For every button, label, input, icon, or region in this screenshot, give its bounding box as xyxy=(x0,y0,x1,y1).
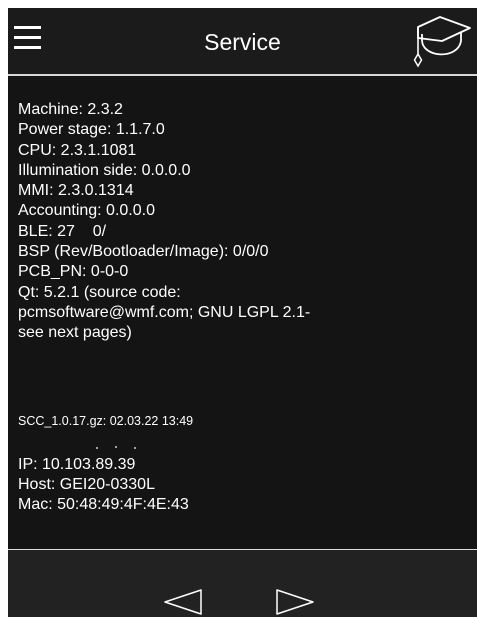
graduation-cap-icon[interactable] xyxy=(400,14,472,72)
info-machine: Machine: 2.3.2 xyxy=(18,101,123,118)
info-qt-contact: pcmsoftware@wmf.com; GNU LGPL 2.1- xyxy=(18,303,311,321)
decorative-dot xyxy=(96,447,98,449)
info-accounting: Accounting: 0.0.0.0 xyxy=(18,202,155,220)
triangle-right-icon[interactable] xyxy=(275,588,315,616)
info-qt: Qt: 5.2.1 (source code: xyxy=(18,283,181,301)
header-bar: Service xyxy=(8,8,477,74)
firmware-file-info: SCC_1.0.17.gz: 02.03.22 13:49 xyxy=(18,414,194,428)
info-pcb-pn: PCB_PN: 0-0-0 xyxy=(18,263,129,281)
triangle-left-icon[interactable] xyxy=(163,588,203,616)
info-qt-note: see next pages) xyxy=(18,324,132,342)
version-info-list: Machine: 2.3.2 Power stage: 1.1.7.0 CPU:… xyxy=(18,100,473,344)
network-ip: IP: 10.103.89.39 xyxy=(18,456,136,473)
info-ble: BLE: 27 0/ xyxy=(18,222,107,240)
info-cpu: CPU: 2.3.1.1081 xyxy=(18,141,137,159)
info-illumination-side: Illumination side: 0.0.0.0 xyxy=(18,161,191,179)
info-mmi: MMI: 2.3.0.1314 xyxy=(18,182,134,200)
network-mac: Mac: 50:48:49:4F:4E:43 xyxy=(18,496,189,513)
network-info: IP: 10.103.89.39 Host: GEI20-0330L Mac: … xyxy=(18,455,473,515)
footer-bar xyxy=(8,550,477,617)
info-bsp: BSP (Rev/Bootloader/Image): 0/0/0 xyxy=(18,243,269,261)
service-screen: Service Machine: 2.3.2 Power stage: 1.1.… xyxy=(8,8,477,617)
network-host: Host: GEI20-0330L xyxy=(18,476,155,493)
info-power-stage: Power stage: 1.1.7.0 xyxy=(18,121,165,139)
decorative-dot xyxy=(134,447,136,449)
decorative-dot xyxy=(115,446,117,448)
header-divider xyxy=(8,74,477,76)
